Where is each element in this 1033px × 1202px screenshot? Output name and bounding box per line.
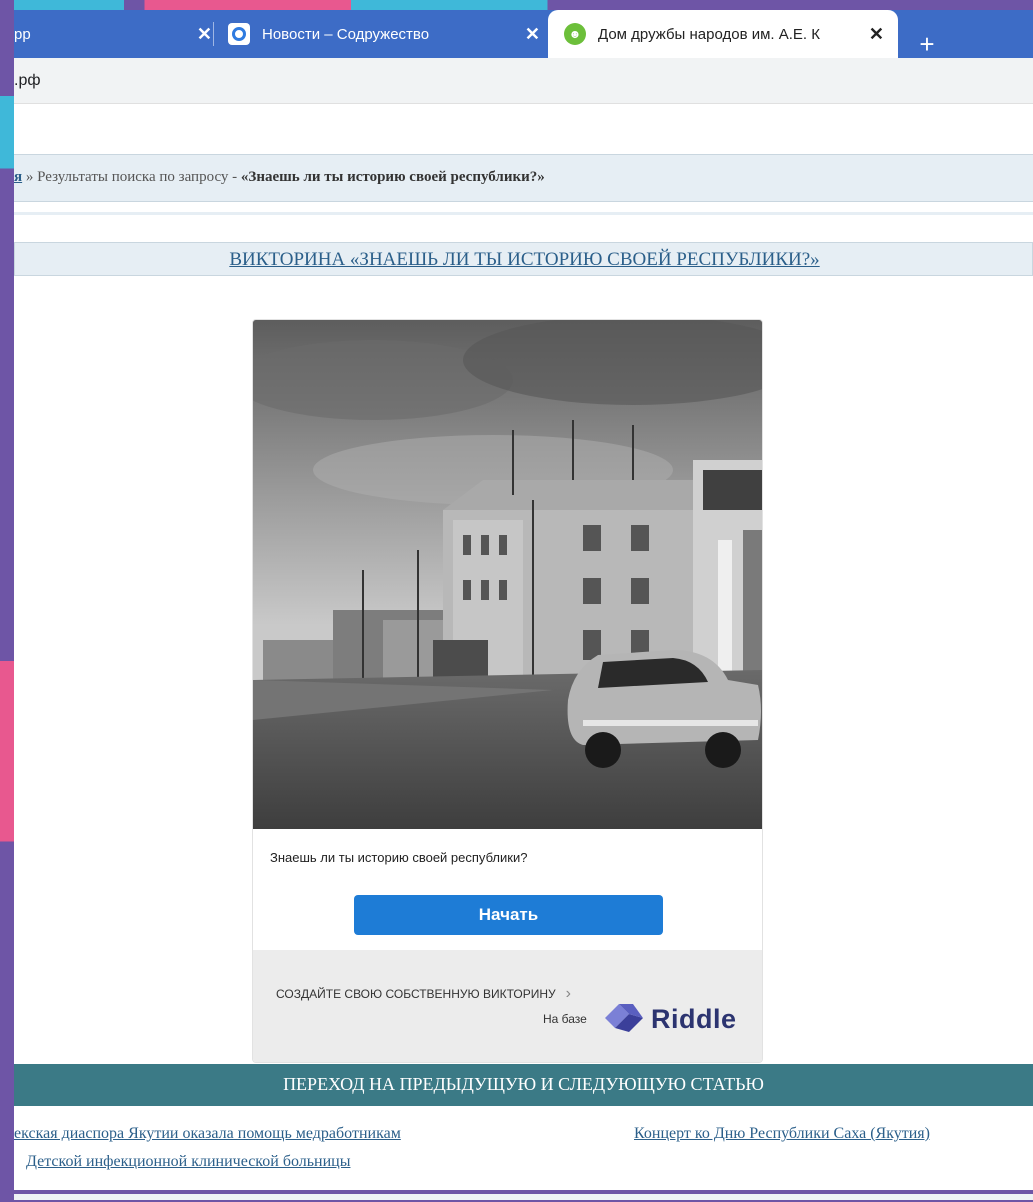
tab-2[interactable]: Новости – Содружество ✕ bbox=[228, 10, 546, 58]
article-navigation-title: ПЕРЕХОД НА ПРЕДЫДУЩУЮ И СЛЕДУЮЩУЮ СТАТЬЮ bbox=[283, 1074, 764, 1094]
bottom-divider bbox=[14, 1194, 1033, 1200]
breadcrumb-link[interactable]: я bbox=[14, 169, 22, 185]
address-bar[interactable]: .рф bbox=[14, 58, 1033, 104]
quiz-cover-photo bbox=[253, 320, 762, 829]
tab-1[interactable]: рр ✕ bbox=[14, 10, 212, 58]
previous-article: екская диаспора Якутии оказала помощь ме… bbox=[14, 1120, 454, 1176]
breadcrumb-bar: я » Результаты поиска по запросу - «Знае… bbox=[14, 154, 1033, 202]
browser-tabstrip: рр ✕ Новости – Содружество ✕ ☻ Дом дружб… bbox=[14, 10, 1033, 59]
background-decoration-left bbox=[0, 0, 14, 1202]
article-title-link[interactable]: ВИКТОРИНА «ЗНАЕШЬ ЛИ ТЫ ИСТОРИЮ СВОЕЙ РЕ… bbox=[15, 249, 1033, 271]
tab-close-icon[interactable]: ✕ bbox=[869, 25, 884, 43]
article-navigation-bar: ПЕРЕХОД НА ПРЕДЫДУЩУЮ И СЛЕДУЮЩУЮ СТАТЬЮ bbox=[14, 1064, 1033, 1106]
tab-close-icon[interactable]: ✕ bbox=[197, 25, 212, 43]
url-text[interactable]: .рф bbox=[14, 72, 41, 90]
previous-article-link[interactable]: екская диаспора Якутии оказала помощь ме… bbox=[14, 1125, 454, 1176]
breadcrumb-separator: » bbox=[22, 169, 38, 185]
tab-close-icon[interactable]: ✕ bbox=[525, 25, 540, 43]
breadcrumb-query: «Знаешь ли ты историю своей республики?» bbox=[240, 169, 545, 185]
divider bbox=[14, 212, 1033, 215]
article-title-bar: ВИКТОРИНА «ЗНАЕШЬ ЛИ ТЫ ИСТОРИЮ СВОЕЙ РЕ… bbox=[14, 242, 1033, 276]
tab-title: Дом дружбы народов им. А.Е. К bbox=[598, 25, 820, 43]
web-page: я » Результаты поиска по запросу - «Знае… bbox=[14, 104, 1033, 1200]
news-favicon-icon bbox=[228, 23, 250, 45]
tab-3-active[interactable]: ☻ Дом дружбы народов им. А.Е. К ✕ bbox=[548, 10, 898, 58]
riddle-logo-icon[interactable] bbox=[603, 1002, 645, 1034]
quiz-question: Знаешь ли ты историю своей республики? bbox=[270, 850, 528, 865]
breadcrumb-prefix: Результаты поиска по запросу - bbox=[37, 169, 241, 185]
create-quiz-link[interactable]: СОЗДАЙТЕ СВОЮ СОБСТВЕННУЮ ВИКТОРИНУ › bbox=[276, 985, 571, 1003]
tab-separator bbox=[213, 22, 214, 46]
create-quiz-label: СОЗДАЙТЕ СВОЮ СОБСТВЕННУЮ ВИКТОРИНУ bbox=[276, 987, 556, 1001]
house-of-friendship-favicon-icon: ☻ bbox=[564, 23, 586, 45]
next-article-link[interactable]: Концерт ко Дню Республики Саха (Якутия) bbox=[634, 1125, 930, 1142]
chevron-right-icon: › bbox=[565, 985, 571, 1002]
previous-article-line-2: Детской инфекционной клинической больниц… bbox=[26, 1153, 351, 1170]
start-quiz-button[interactable]: Начать bbox=[354, 895, 663, 935]
tab-title: Новости – Содружество bbox=[262, 25, 430, 43]
breadcrumb: я » Результаты поиска по запросу - «Знае… bbox=[14, 169, 545, 186]
quiz-widget: Знаешь ли ты историю своей республики? Н… bbox=[252, 319, 763, 1063]
next-article: Концерт ко Дню Республики Саха (Якутия) bbox=[634, 1120, 930, 1148]
previous-article-line-1: екская диаспора Якутии оказала помощь ме… bbox=[14, 1125, 401, 1142]
tab-title: рр bbox=[14, 25, 31, 43]
riddle-brand-name[interactable]: Riddle bbox=[651, 1004, 737, 1035]
quiz-footer: СОЗДАЙТЕ СВОЮ СОБСТВЕННУЮ ВИКТОРИНУ › На… bbox=[253, 950, 762, 1062]
powered-by-label: На базе bbox=[543, 1012, 587, 1026]
